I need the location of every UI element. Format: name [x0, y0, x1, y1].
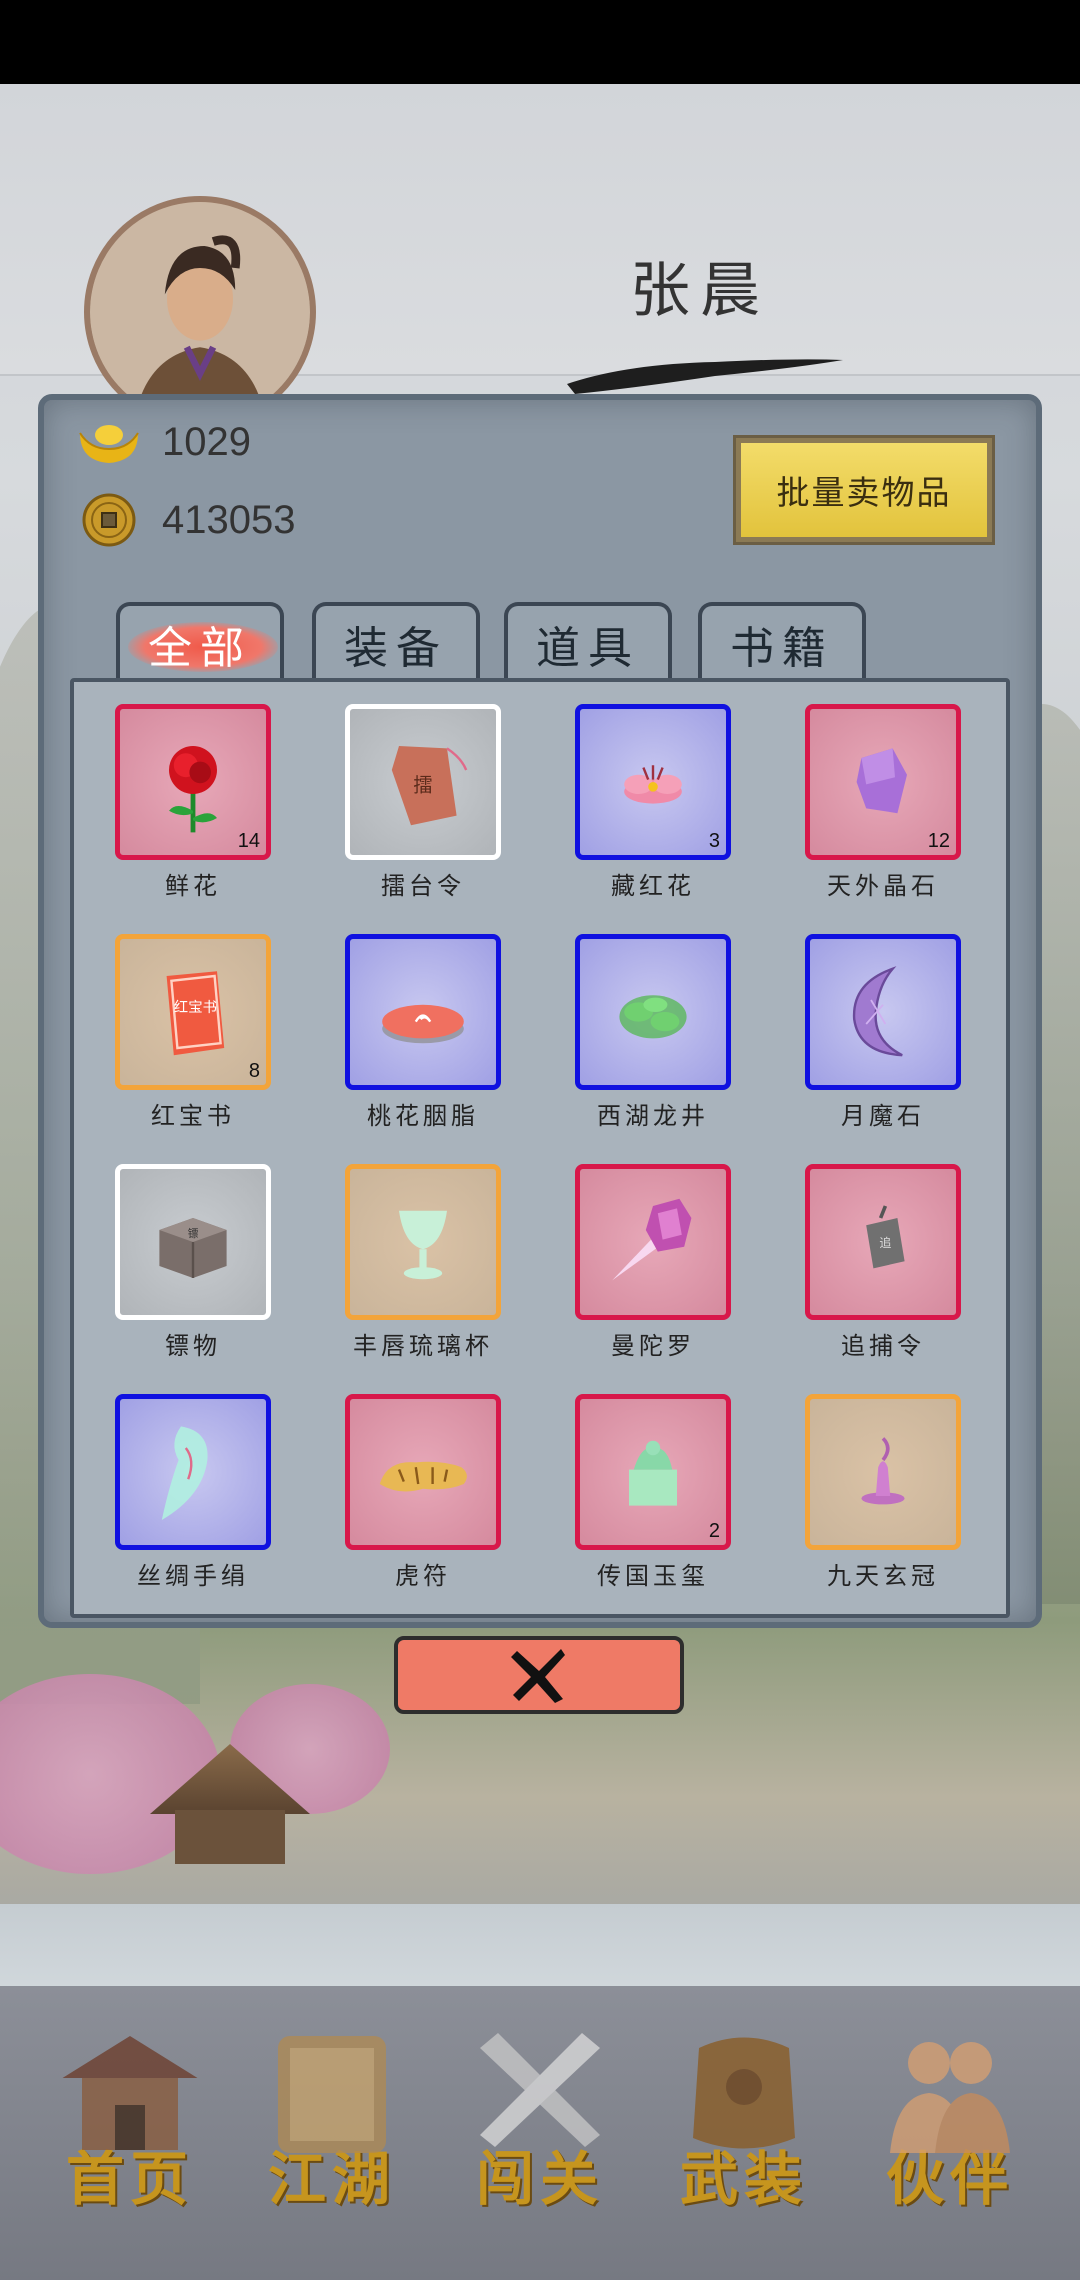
tab-all[interactable]: 全部	[116, 602, 284, 682]
token-icon: 擂	[391, 746, 468, 826]
svg-text:红宝书: 红宝书	[174, 999, 217, 1016]
item-slot[interactable]	[575, 1164, 731, 1320]
inventory-item[interactable]: 丝绸手绢	[70, 1368, 271, 1590]
tab-equipment[interactable]: 装备	[312, 602, 480, 682]
inventory-item[interactable]: 追追捕令	[760, 1138, 961, 1360]
status-bar	[0, 0, 1080, 84]
svg-text:追: 追	[879, 1235, 891, 1250]
item-slot[interactable]: 红宝书 8	[115, 934, 271, 1090]
silk-handkerchief-icon	[161, 1426, 208, 1520]
item-slot[interactable]: 镖	[115, 1164, 271, 1320]
player-name: 张晨	[630, 256, 770, 326]
copper-coin-icon	[78, 493, 140, 547]
datura-icon	[612, 1198, 692, 1281]
item-slot[interactable]: 3	[575, 704, 731, 860]
brush-stroke-decoration	[567, 359, 843, 394]
item-name: 月魔石	[841, 1102, 925, 1130]
copper-coin-row: 413053	[78, 490, 295, 550]
svg-text:镖: 镖	[188, 1226, 199, 1240]
item-slot[interactable]	[345, 934, 501, 1090]
glass-cup-icon	[399, 1210, 447, 1280]
gold-ingot-row: 1029	[78, 412, 251, 472]
item-count: 3	[708, 830, 720, 852]
bulk-sell-button[interactable]: 批量卖物品	[733, 435, 995, 545]
item-slot[interactable]: 追	[805, 1164, 961, 1320]
item-count: 8	[248, 1060, 260, 1082]
moon-stone-icon	[852, 966, 903, 1057]
inventory-item[interactable]: 12 天外晶石	[760, 678, 961, 900]
scroll-icon	[278, 2036, 386, 2153]
svg-text:擂: 擂	[413, 774, 432, 797]
player-header: 张晨	[0, 84, 1080, 428]
close-button[interactable]	[394, 1636, 684, 1714]
gold-ingot-icon	[78, 415, 140, 469]
tab-props[interactable]: 道具	[504, 602, 672, 682]
inventory-item[interactable]: 2 传国玉玺	[530, 1368, 731, 1590]
item-slot[interactable]	[805, 1394, 961, 1550]
house-icon	[62, 2036, 198, 2150]
item-slot[interactable]	[115, 1394, 271, 1550]
nav-item-home[interactable]: 首页	[30, 2018, 230, 2258]
nav-item-companions[interactable]: 伙伴	[850, 2018, 1050, 2258]
inventory-item[interactable]: 月魔石	[760, 908, 961, 1130]
item-slot[interactable]	[575, 934, 731, 1090]
item-name: 天外晶石	[827, 872, 939, 900]
inventory-item[interactable]: 3 藏红花	[530, 678, 731, 900]
crown-icon	[861, 1437, 905, 1505]
rose-icon	[169, 746, 217, 833]
item-count: 14	[237, 830, 260, 852]
item-name: 追捕令	[841, 1332, 925, 1360]
red-book-icon: 红宝书	[166, 971, 225, 1056]
inventory-item[interactable]: 红宝书 8 红宝书	[70, 908, 271, 1130]
jade-seal-icon	[629, 1440, 677, 1506]
inventory-item[interactable]: 桃花胭脂	[300, 908, 501, 1130]
item-slot[interactable]	[345, 1394, 501, 1550]
warrant-icon: 追	[866, 1205, 905, 1269]
item-count: 12	[927, 830, 950, 852]
item-slot[interactable]: 14	[115, 704, 271, 860]
inventory-item[interactable]: 镖镖物	[70, 1138, 271, 1360]
nav-item-armory[interactable]: 武装	[644, 2018, 844, 2258]
crossed-swords-icon	[480, 2033, 600, 2147]
inventory-item[interactable]: 虎符	[300, 1368, 501, 1590]
inventory-item[interactable]: 曼陀罗	[530, 1138, 731, 1360]
tea-icon	[619, 995, 687, 1039]
crystal-icon	[856, 748, 907, 814]
bottom-nav: 首页 江湖 闯关 武装 伙伴	[0, 1986, 1080, 2280]
companions-icon	[890, 2042, 1010, 2153]
inventory-item[interactable]: 西湖龙井	[530, 908, 731, 1130]
item-slot[interactable]: 擂	[345, 704, 501, 860]
item-slot[interactable]: 12	[805, 704, 961, 860]
rouge-icon	[382, 1004, 464, 1044]
item-name: 九天玄冠	[827, 1562, 939, 1590]
cargo-box-icon: 镖	[159, 1218, 227, 1278]
gold-ingot-amount: 1029	[162, 419, 251, 464]
saffron-icon	[624, 765, 682, 804]
inventory-item[interactable]: 丰唇琉璃杯	[300, 1138, 501, 1360]
item-slot[interactable]: 2	[575, 1394, 731, 1550]
inventory-item[interactable]: 九天玄冠	[760, 1368, 961, 1590]
item-slot[interactable]	[805, 934, 961, 1090]
close-icon	[511, 1649, 565, 1703]
inventory-item[interactable]: 擂擂台令	[300, 678, 501, 900]
copper-coin-amount: 413053	[162, 497, 296, 542]
item-slot[interactable]	[345, 1164, 501, 1320]
item-count: 2	[708, 1520, 720, 1542]
hut-illustration	[150, 1744, 310, 1864]
armor-icon	[693, 2037, 795, 2149]
tiger-tally-icon	[379, 1461, 467, 1492]
nav-item-challenge[interactable]: 闯关	[440, 2018, 640, 2258]
nav-item-jianghu[interactable]: 江湖	[232, 2018, 432, 2258]
inventory-item[interactable]: 14 鲜花	[70, 678, 271, 900]
tab-books[interactable]: 书籍	[698, 602, 866, 682]
